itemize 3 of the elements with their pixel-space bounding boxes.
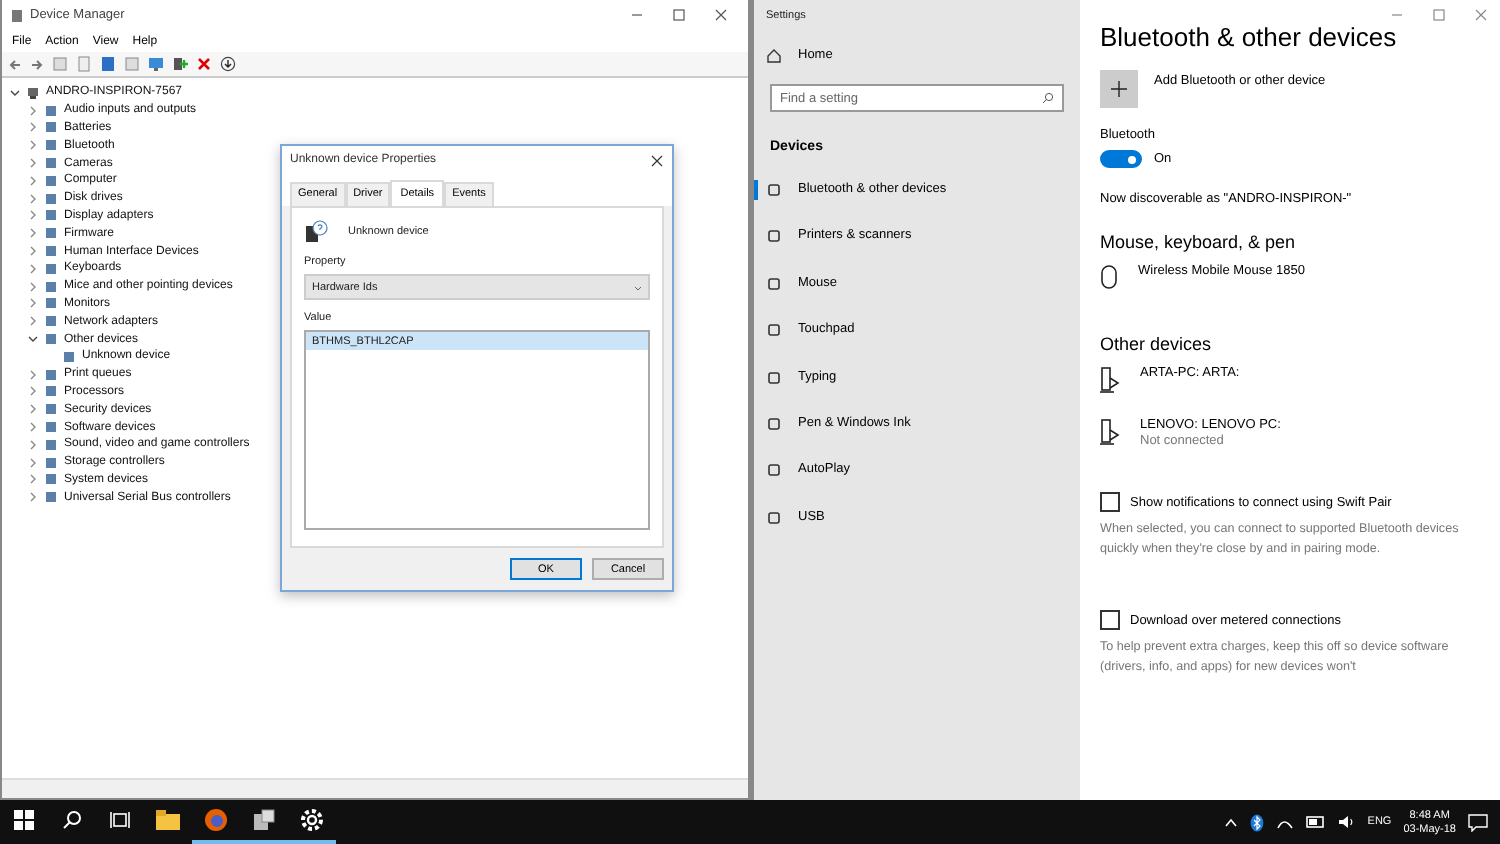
- section-heading: Mouse, keyboard, & pen: [1100, 232, 1298, 252]
- section-heading: Other devices: [1100, 334, 1214, 354]
- page-heading: Bluetooth & other devices: [1100, 22, 1399, 52]
